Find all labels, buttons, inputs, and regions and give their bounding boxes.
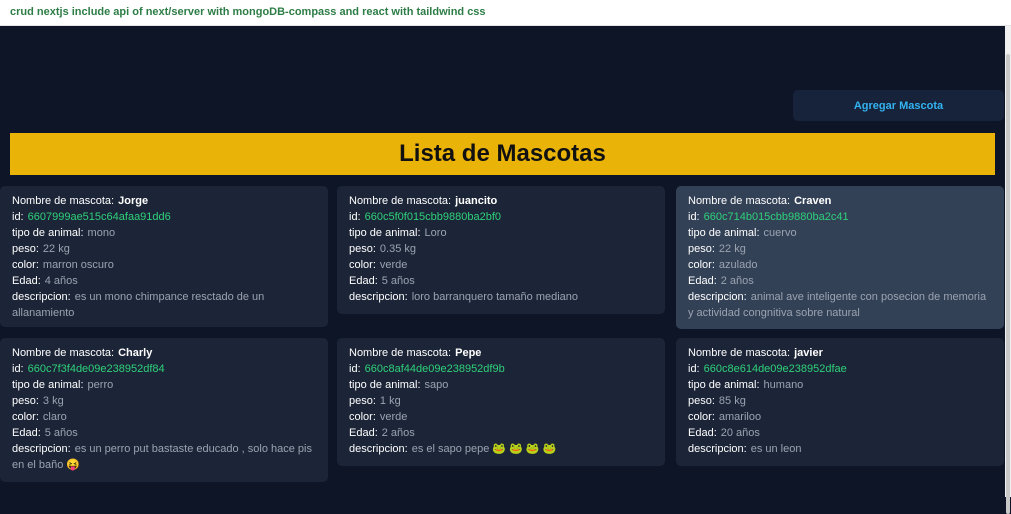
- pet-color: verde: [379, 259, 408, 271]
- page-title: Lista de Mascotas: [399, 140, 606, 167]
- name-label: Nombre de mascota:: [688, 195, 791, 207]
- age-label: Edad:: [349, 275, 378, 287]
- description-label: descripcion:: [12, 443, 71, 455]
- name-label: Nombre de mascota:: [688, 347, 791, 359]
- description-label: descripcion:: [349, 443, 408, 455]
- pet-age: 20 años: [720, 427, 760, 439]
- id-label: id:: [688, 211, 700, 223]
- pet-description: es el sapo pepe 🐸 🐸 🐸 🐸: [411, 443, 557, 455]
- pet-type: sapo: [424, 379, 449, 391]
- type-label: tipo de animal:: [12, 379, 84, 391]
- age-label: Edad:: [349, 427, 378, 439]
- pet-card[interactable]: Nombre de mascota: Jorge id: 6607999ae515c…: [0, 186, 328, 327]
- pet-description: es un leon: [750, 443, 802, 455]
- color-label: color:: [12, 411, 39, 423]
- age-label: Edad:: [688, 427, 717, 439]
- pet-type: humano: [763, 379, 804, 391]
- pet-type: cuervo: [763, 227, 797, 239]
- pet-color: verde: [379, 411, 408, 423]
- color-label: color:: [688, 259, 715, 271]
- color-label: color:: [349, 259, 376, 271]
- pet-id: 660c714b015cbb9880ba2c41: [703, 211, 849, 223]
- name-label: Nombre de mascota:: [12, 347, 115, 359]
- color-label: color:: [688, 411, 715, 423]
- color-label: color:: [12, 259, 39, 271]
- pet-age: 2 años: [381, 427, 415, 439]
- description-label: descripcion:: [12, 291, 71, 303]
- pet-card[interactable]: Nombre de mascota: javier id: 660c8e614de0…: [676, 338, 1004, 466]
- id-label: id:: [349, 211, 361, 223]
- pet-color: amariloo: [718, 411, 762, 423]
- pet-name: javier: [794, 347, 823, 359]
- age-label: Edad:: [688, 275, 717, 287]
- pet-name: Pepe: [455, 347, 482, 359]
- name-label: Nombre de mascota:: [349, 195, 452, 207]
- type-label: tipo de animal:: [12, 227, 84, 239]
- pet-id: 660c8af44de09e238952df9b: [364, 363, 505, 375]
- color-label: color:: [349, 411, 376, 423]
- pet-color: marron oscuro: [42, 259, 114, 271]
- scrollbar-thumb[interactable]: [1006, 54, 1010, 514]
- pet-description: loro barranquero tamaño mediano: [411, 291, 579, 303]
- pet-card[interactable]: Nombre de mascota: Charly id: 660c7f3f4de0…: [0, 338, 328, 482]
- pet-weight: 3 kg: [42, 395, 64, 407]
- description-label: descripcion:: [349, 291, 408, 303]
- pet-name: juancito: [455, 195, 498, 207]
- pet-id: 6607999ae515c64afaa91dd6: [27, 211, 171, 223]
- age-label: Edad:: [12, 427, 41, 439]
- pet-age: 2 años: [720, 275, 754, 287]
- pet-id: 660c8e614de09e238952dfae: [703, 363, 847, 375]
- weight-label: peso:: [688, 243, 715, 255]
- pet-name: Craven: [794, 195, 832, 207]
- add-pet-button[interactable]: Agregar Mascota: [793, 90, 1004, 121]
- id-label: id:: [349, 363, 361, 375]
- pet-age: 5 años: [44, 427, 78, 439]
- id-label: id:: [12, 363, 24, 375]
- type-label: tipo de animal:: [688, 227, 760, 239]
- app-title: crud nextjs include api of next/server w…: [10, 6, 486, 18]
- pet-id: 660c5f0f015cbb9880ba2bf0: [364, 211, 502, 223]
- weight-label: peso:: [349, 243, 376, 255]
- scrollbar[interactable]: [1005, 26, 1011, 514]
- pet-weight: 85 kg: [718, 395, 746, 407]
- pet-card[interactable]: Nombre de mascota: Pepe id: 660c8af44de09e…: [337, 338, 665, 466]
- type-label: tipo de animal:: [349, 379, 421, 391]
- page-banner: Lista de Mascotas: [10, 133, 995, 175]
- pet-color: azulado: [718, 259, 758, 271]
- pet-weight: 22 kg: [42, 243, 70, 255]
- name-label: Nombre de mascota:: [12, 195, 115, 207]
- age-label: Edad:: [12, 275, 41, 287]
- weight-label: peso:: [688, 395, 715, 407]
- description-label: descripcion:: [688, 291, 747, 303]
- weight-label: peso:: [349, 395, 376, 407]
- pet-weight: 22 kg: [718, 243, 746, 255]
- top-bar: crud nextjs include api of next/server w…: [0, 0, 1011, 26]
- pet-weight: 1 kg: [379, 395, 401, 407]
- type-label: tipo de animal:: [688, 379, 760, 391]
- pet-weight: 0.35 kg: [379, 243, 417, 255]
- pet-type: Loro: [424, 227, 447, 239]
- pet-id: 660c7f3f4de09e238952df84: [27, 363, 165, 375]
- pet-age: 5 años: [381, 275, 415, 287]
- pet-type: mono: [87, 227, 116, 239]
- weight-label: peso:: [12, 243, 39, 255]
- pet-card[interactable]: Nombre de mascota: Craven id: 660c714b015c…: [676, 186, 1004, 329]
- id-label: id:: [688, 363, 700, 375]
- pet-age: 4 años: [44, 275, 78, 287]
- id-label: id:: [12, 211, 24, 223]
- pet-card[interactable]: Nombre de mascota: juancito id: 660c5f0f01…: [337, 186, 665, 314]
- pet-name: Charly: [118, 347, 153, 359]
- type-label: tipo de animal:: [349, 227, 421, 239]
- pet-name: Jorge: [118, 195, 149, 207]
- description-label: descripcion:: [688, 443, 747, 455]
- pet-type: perro: [87, 379, 114, 391]
- weight-label: peso:: [12, 395, 39, 407]
- pet-color: claro: [42, 411, 67, 423]
- name-label: Nombre de mascota:: [349, 347, 452, 359]
